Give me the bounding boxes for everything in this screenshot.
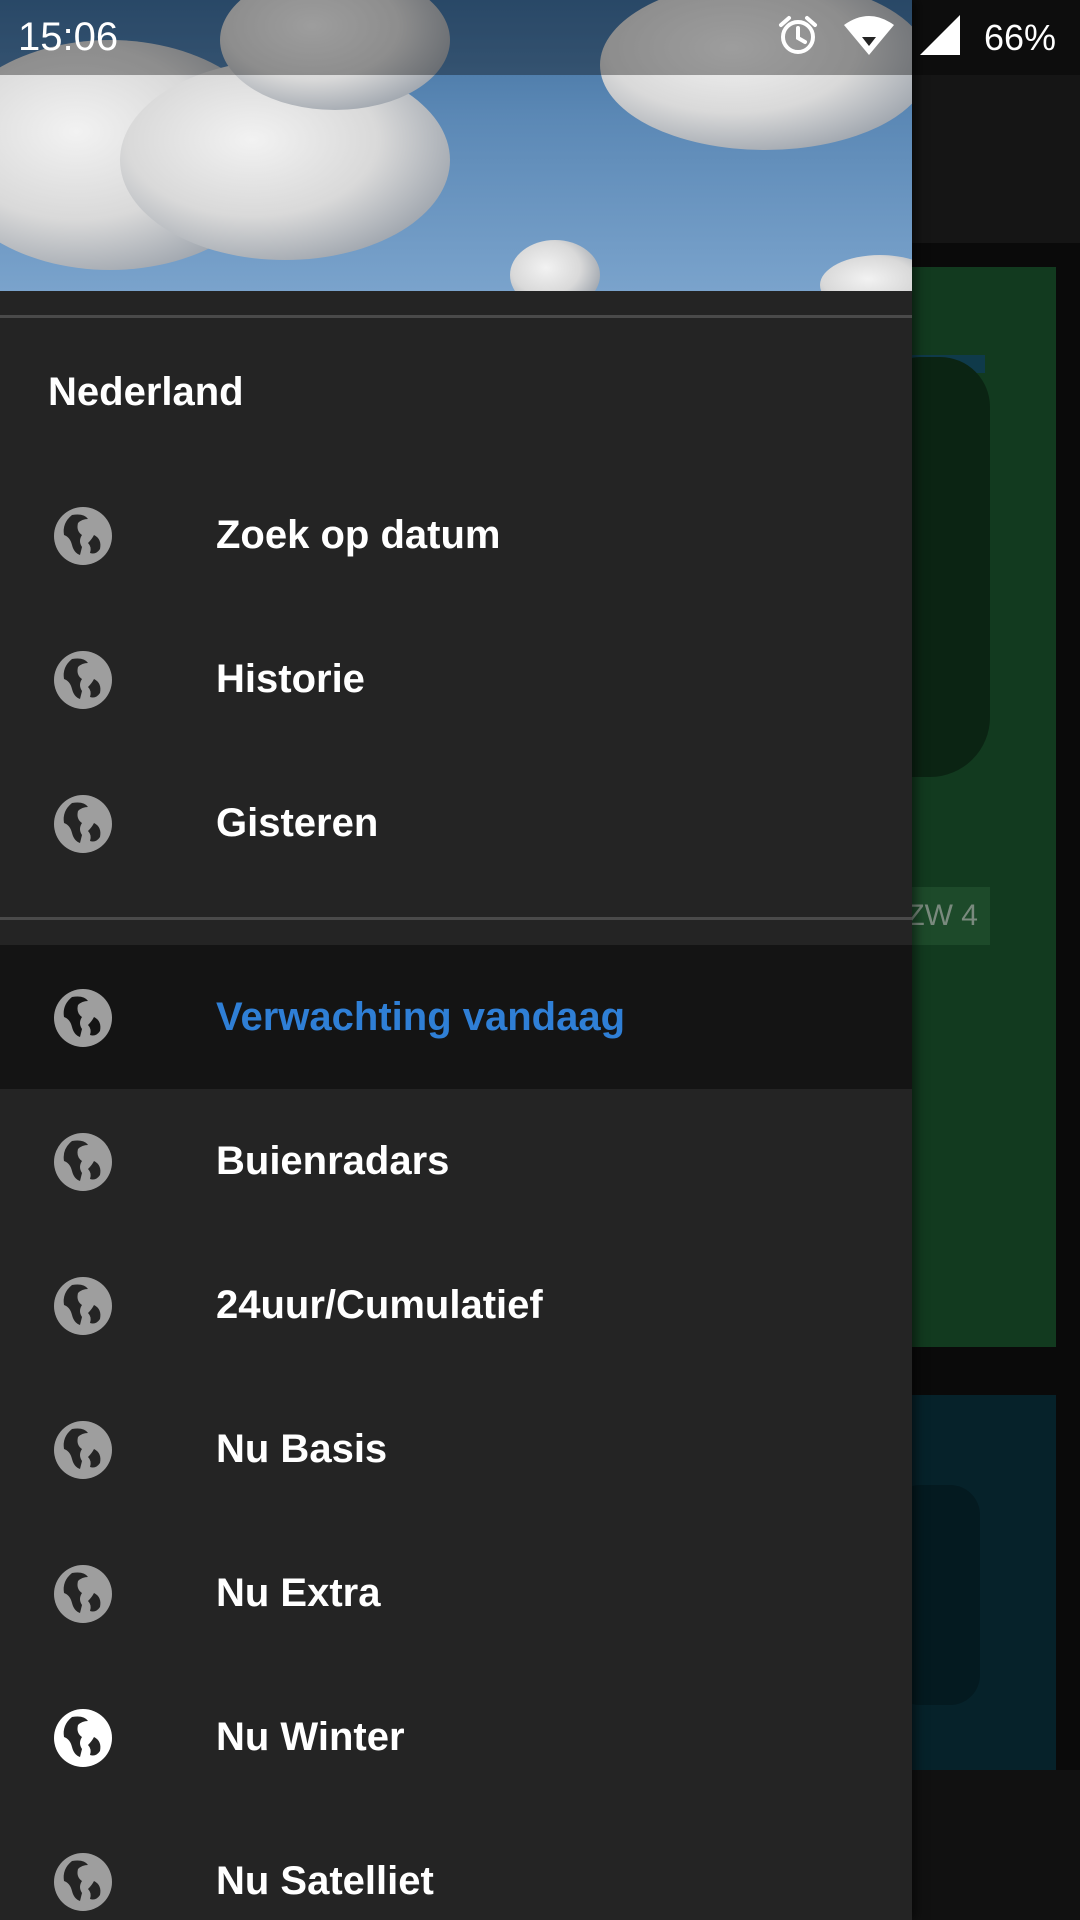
globe-icon — [52, 1851, 114, 1913]
wifi-icon — [842, 13, 896, 62]
menu-item-label: Nu Basis — [216, 1427, 388, 1471]
menu-item-label: Buienradars — [216, 1139, 450, 1183]
menu-item-label: Nu Extra — [216, 1571, 381, 1615]
menu-item-nu-extra[interactable]: Nu Extra — [0, 1521, 912, 1665]
globe-icon — [52, 1275, 114, 1337]
section-title: Nederland — [48, 370, 244, 414]
menu-item-verwachting-vandaag[interactable]: Verwachting vandaag — [0, 945, 912, 1089]
globe-icon — [52, 649, 114, 711]
signal-icon — [918, 13, 962, 62]
menu-item-label: Verwachting vandaag — [216, 995, 626, 1039]
menu-item-label: Historie — [216, 657, 365, 701]
globe-icon — [52, 1707, 114, 1769]
menu-item-label: 24uur/Cumulatief — [216, 1283, 543, 1327]
menu-item-buienradars[interactable]: Buienradars — [0, 1089, 912, 1233]
status-icons: 66% — [776, 0, 1056, 75]
menu-item-label: Nu Winter — [216, 1715, 405, 1759]
globe-icon — [52, 505, 114, 567]
status-bar: 15:06 66% — [0, 0, 1080, 75]
menu-item-label: Zoek op datum — [216, 513, 501, 557]
globe-icon — [52, 1563, 114, 1625]
menu-item-gisteren[interactable]: Gisteren — [0, 751, 912, 895]
drawer-divider — [0, 917, 912, 920]
battery-percentage: 66% — [983, 17, 1056, 58]
menu-item-zoek-op-datum[interactable]: Zoek op datum — [0, 463, 912, 607]
status-time: 15:06 — [18, 15, 119, 59]
globe-icon — [52, 1419, 114, 1481]
menu-item-label: Gisteren — [216, 801, 379, 845]
drawer-divider — [0, 315, 912, 318]
menu-item-historie[interactable]: Historie — [0, 607, 912, 751]
menu-item-24uur-cumulatief[interactable]: 24uur/Cumulatief — [0, 1233, 912, 1377]
globe-icon — [52, 793, 114, 855]
globe-icon — [52, 987, 114, 1049]
alarm-icon — [776, 13, 820, 62]
menu-item-label: Nu Satelliet — [216, 1859, 434, 1903]
menu-item-nu-satelliet[interactable]: Nu Satelliet — [0, 1809, 912, 1920]
menu-item-nu-basis[interactable]: Nu Basis — [0, 1377, 912, 1521]
navigation-drawer: Nederland Zoek op datum Historie Gistere… — [0, 0, 912, 1920]
globe-icon — [52, 1131, 114, 1193]
menu-item-nu-winter[interactable]: Nu Winter — [0, 1665, 912, 1809]
